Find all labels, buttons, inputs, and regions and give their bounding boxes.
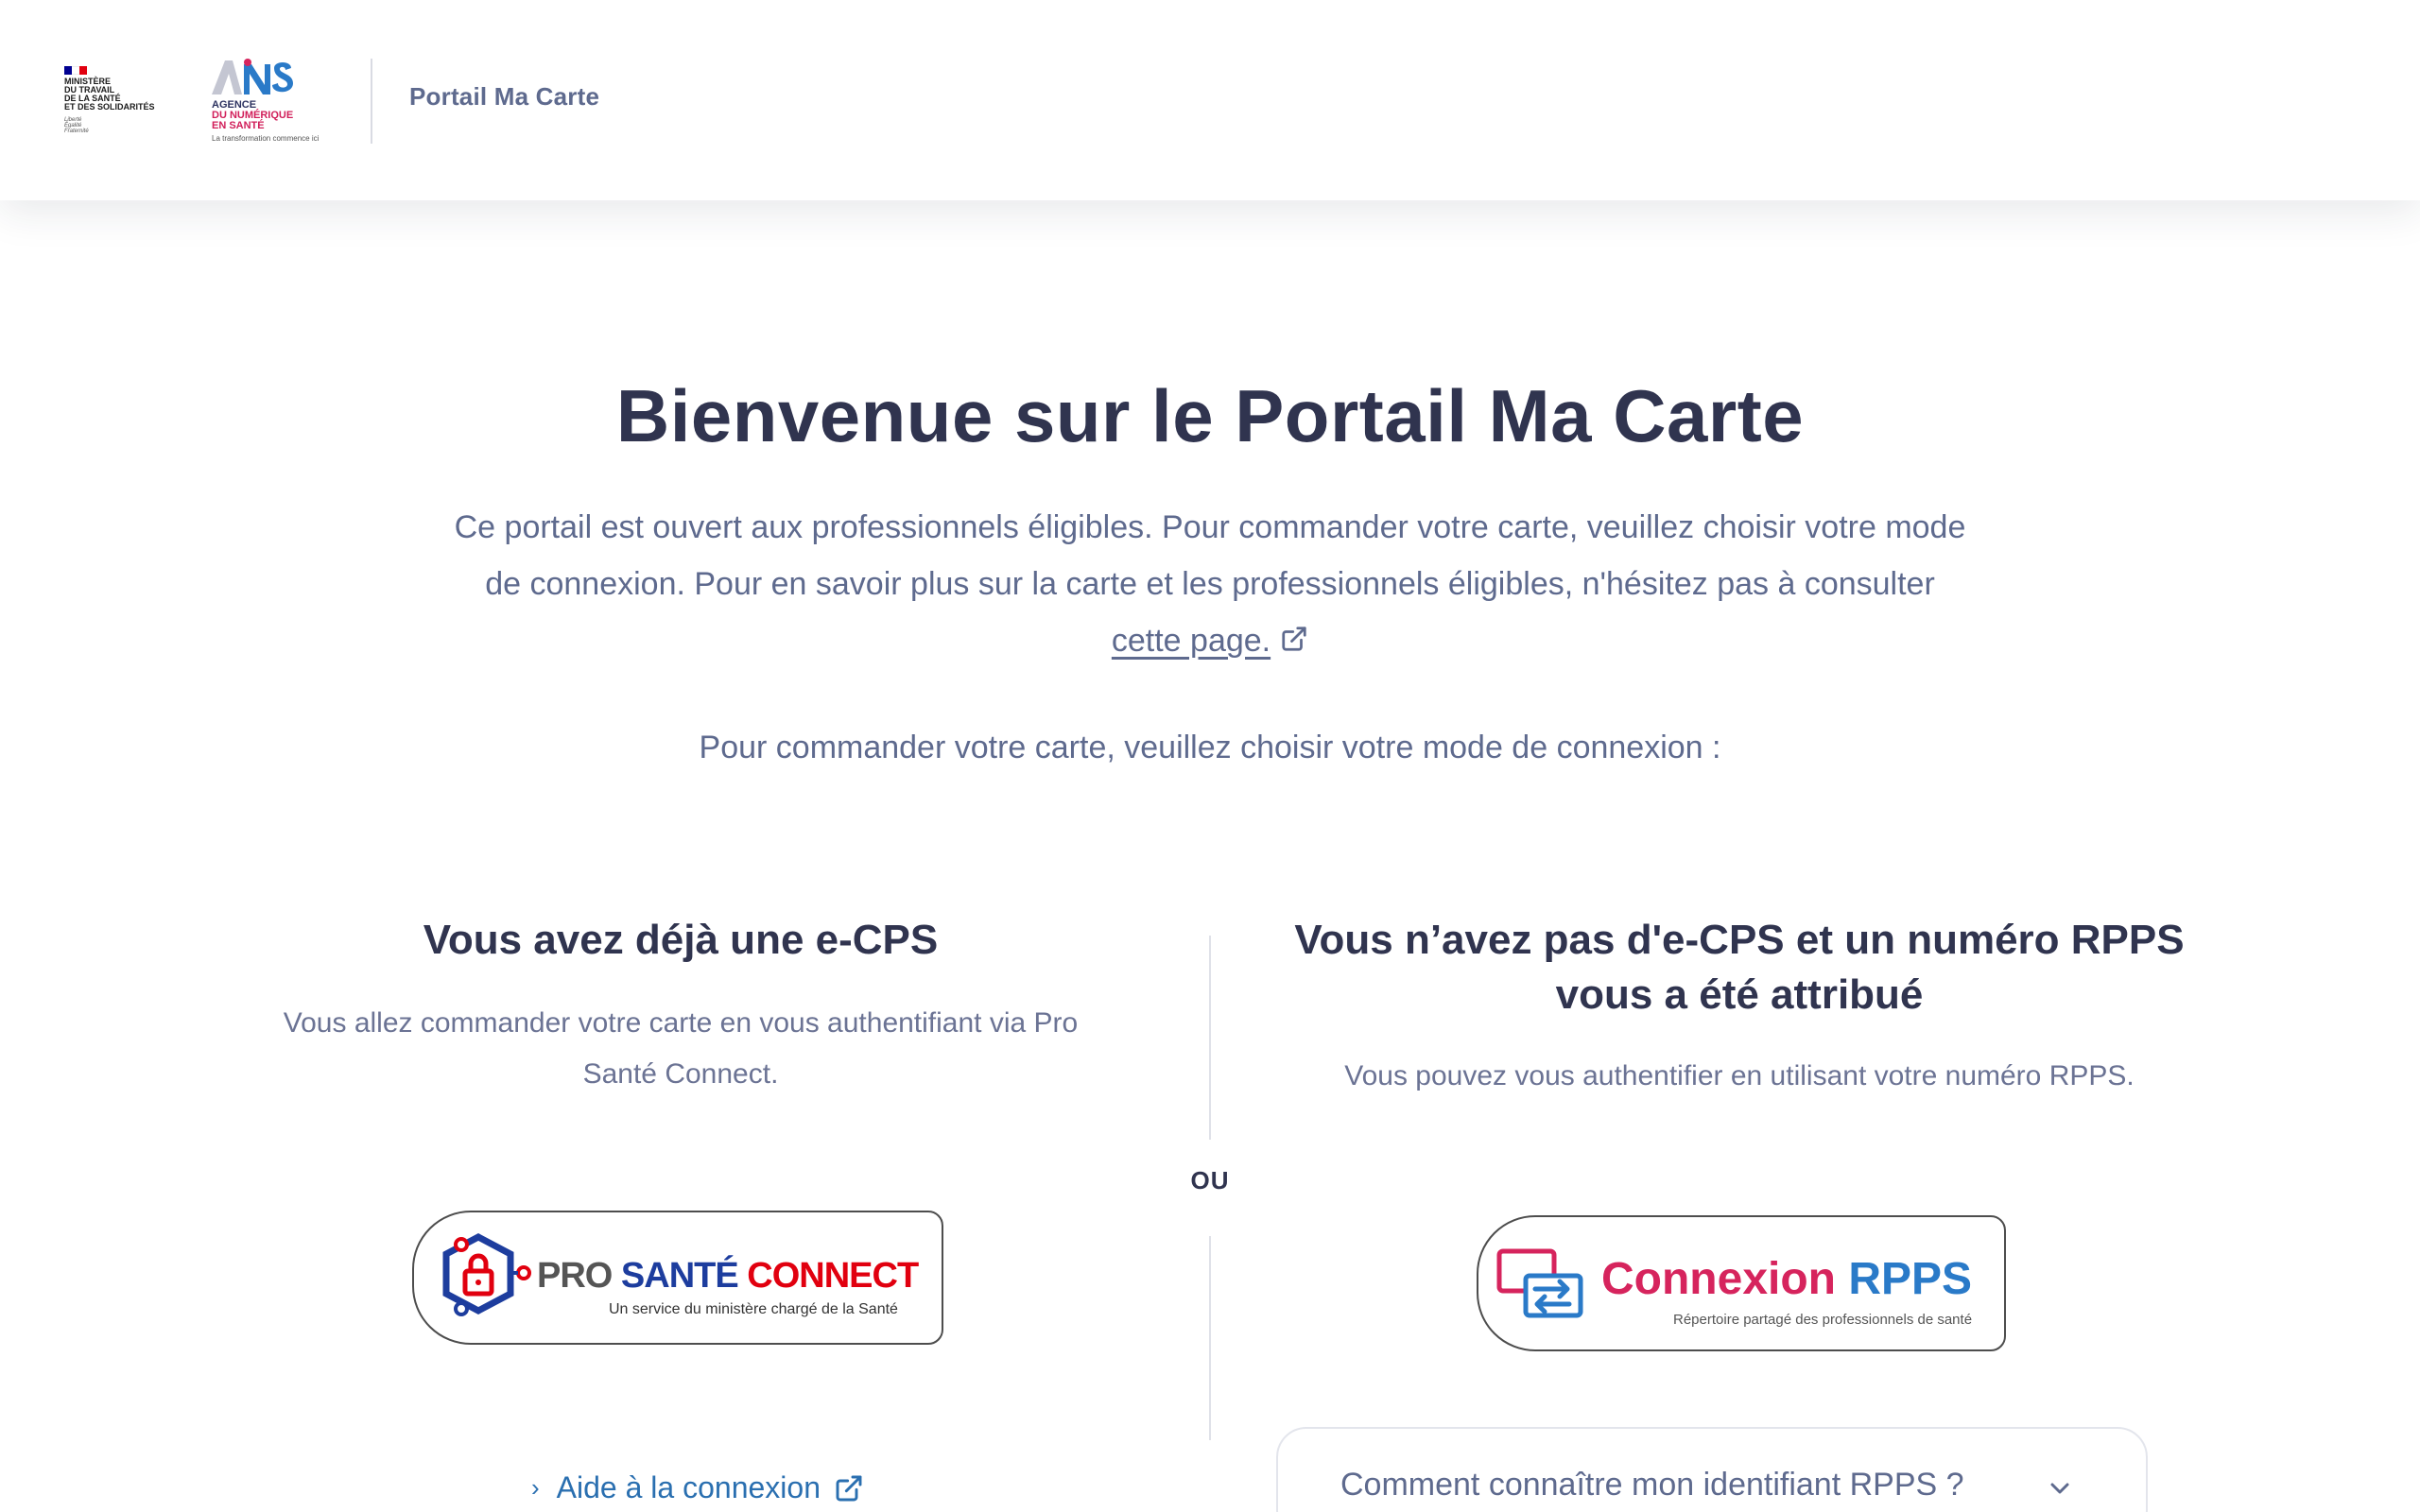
help-connection-label: Aide à la connexion bbox=[556, 1470, 821, 1504]
portal-name[interactable]: Portail Ma Carte bbox=[409, 82, 599, 112]
rpps-title: Vous n’avez pas d'e-CPS et un numéro RPP… bbox=[1294, 917, 2185, 1018]
column-divider-bottom bbox=[1209, 1236, 1211, 1440]
ans-logo[interactable]: AGENCE DU NUMÉRIQUE EN SANTÉ La transfor… bbox=[210, 57, 333, 147]
rpps-description: Vous pouvez vous authentifier en utilisa… bbox=[1344, 1060, 2135, 1091]
rpps-identifier-accordion[interactable]: Comment connaître mon identifiant RPPS ? bbox=[1276, 1427, 2148, 1512]
ecps-title: Vous avez déjà une e-CPS bbox=[423, 917, 939, 963]
eligibility-page-link[interactable]: cette page. bbox=[1112, 623, 1270, 659]
pro-sante-connect-button[interactable]: PRO SANTÉ CONNECT Un service du ministèr… bbox=[412, 1211, 943, 1345]
column-divider-top bbox=[1209, 936, 1211, 1140]
accordion-label: Comment connaître mon identifiant RPPS ? bbox=[1340, 1467, 1964, 1503]
transfer-icon bbox=[1496, 1248, 1583, 1318]
page-title: Bienvenue sur le Portail Ma Carte bbox=[615, 374, 1805, 457]
external-link-icon bbox=[836, 1475, 862, 1501]
rpps-button-label: Connexion RPPS bbox=[1601, 1254, 1973, 1304]
ans-tagline: La transformation commence ici bbox=[212, 134, 320, 143]
external-link-icon[interactable] bbox=[1280, 625, 1308, 653]
connexion-rpps-button[interactable]: Connexion RPPS Répertoire partagé des pr… bbox=[1477, 1215, 2006, 1351]
intro-paragraph: Ce portail est ouvert aux professionnels… bbox=[454, 499, 1966, 669]
ministry-motto: Liberté Égalité Fraternité bbox=[64, 117, 89, 134]
french-flag-icon bbox=[64, 66, 87, 75]
chevron-down-icon bbox=[2050, 1483, 2069, 1494]
psc-button-subtitle: Un service du ministère chargé de la San… bbox=[609, 1301, 898, 1317]
lock-icon bbox=[442, 1233, 531, 1316]
site-header: MINISTÈRE DU TRAVAIL DE LA SANTÉ ET DES … bbox=[0, 0, 2420, 200]
ecps-description: Vous allez commander votre carte en vous… bbox=[283, 1007, 1079, 1090]
ans-name: AGENCE DU NUMÉRIQUE EN SANTÉ bbox=[212, 99, 294, 131]
choose-connection-text: Pour commander votre carte, veuillez cho… bbox=[699, 730, 1721, 765]
intro-text: Ce portail est ouvert aux professionnels… bbox=[454, 509, 1966, 602]
psc-button-label: PRO SANTÉ CONNECT bbox=[537, 1256, 919, 1296]
help-connection-link[interactable]: › Aide à la connexion bbox=[531, 1470, 864, 1505]
or-separator: OU bbox=[1190, 1166, 1230, 1194]
chevron-right-icon: › bbox=[531, 1473, 540, 1502]
ans-mark-icon bbox=[212, 59, 293, 94]
ministry-name: MINISTÈRE DU TRAVAIL DE LA SANTÉ ET DES … bbox=[64, 77, 155, 112]
rpps-button-subtitle: Répertoire partagé des professionnels de… bbox=[1673, 1312, 1973, 1328]
header-divider bbox=[371, 59, 372, 144]
ministry-logo[interactable]: MINISTÈRE DU TRAVAIL DE LA SANTÉ ET DES … bbox=[64, 64, 168, 140]
